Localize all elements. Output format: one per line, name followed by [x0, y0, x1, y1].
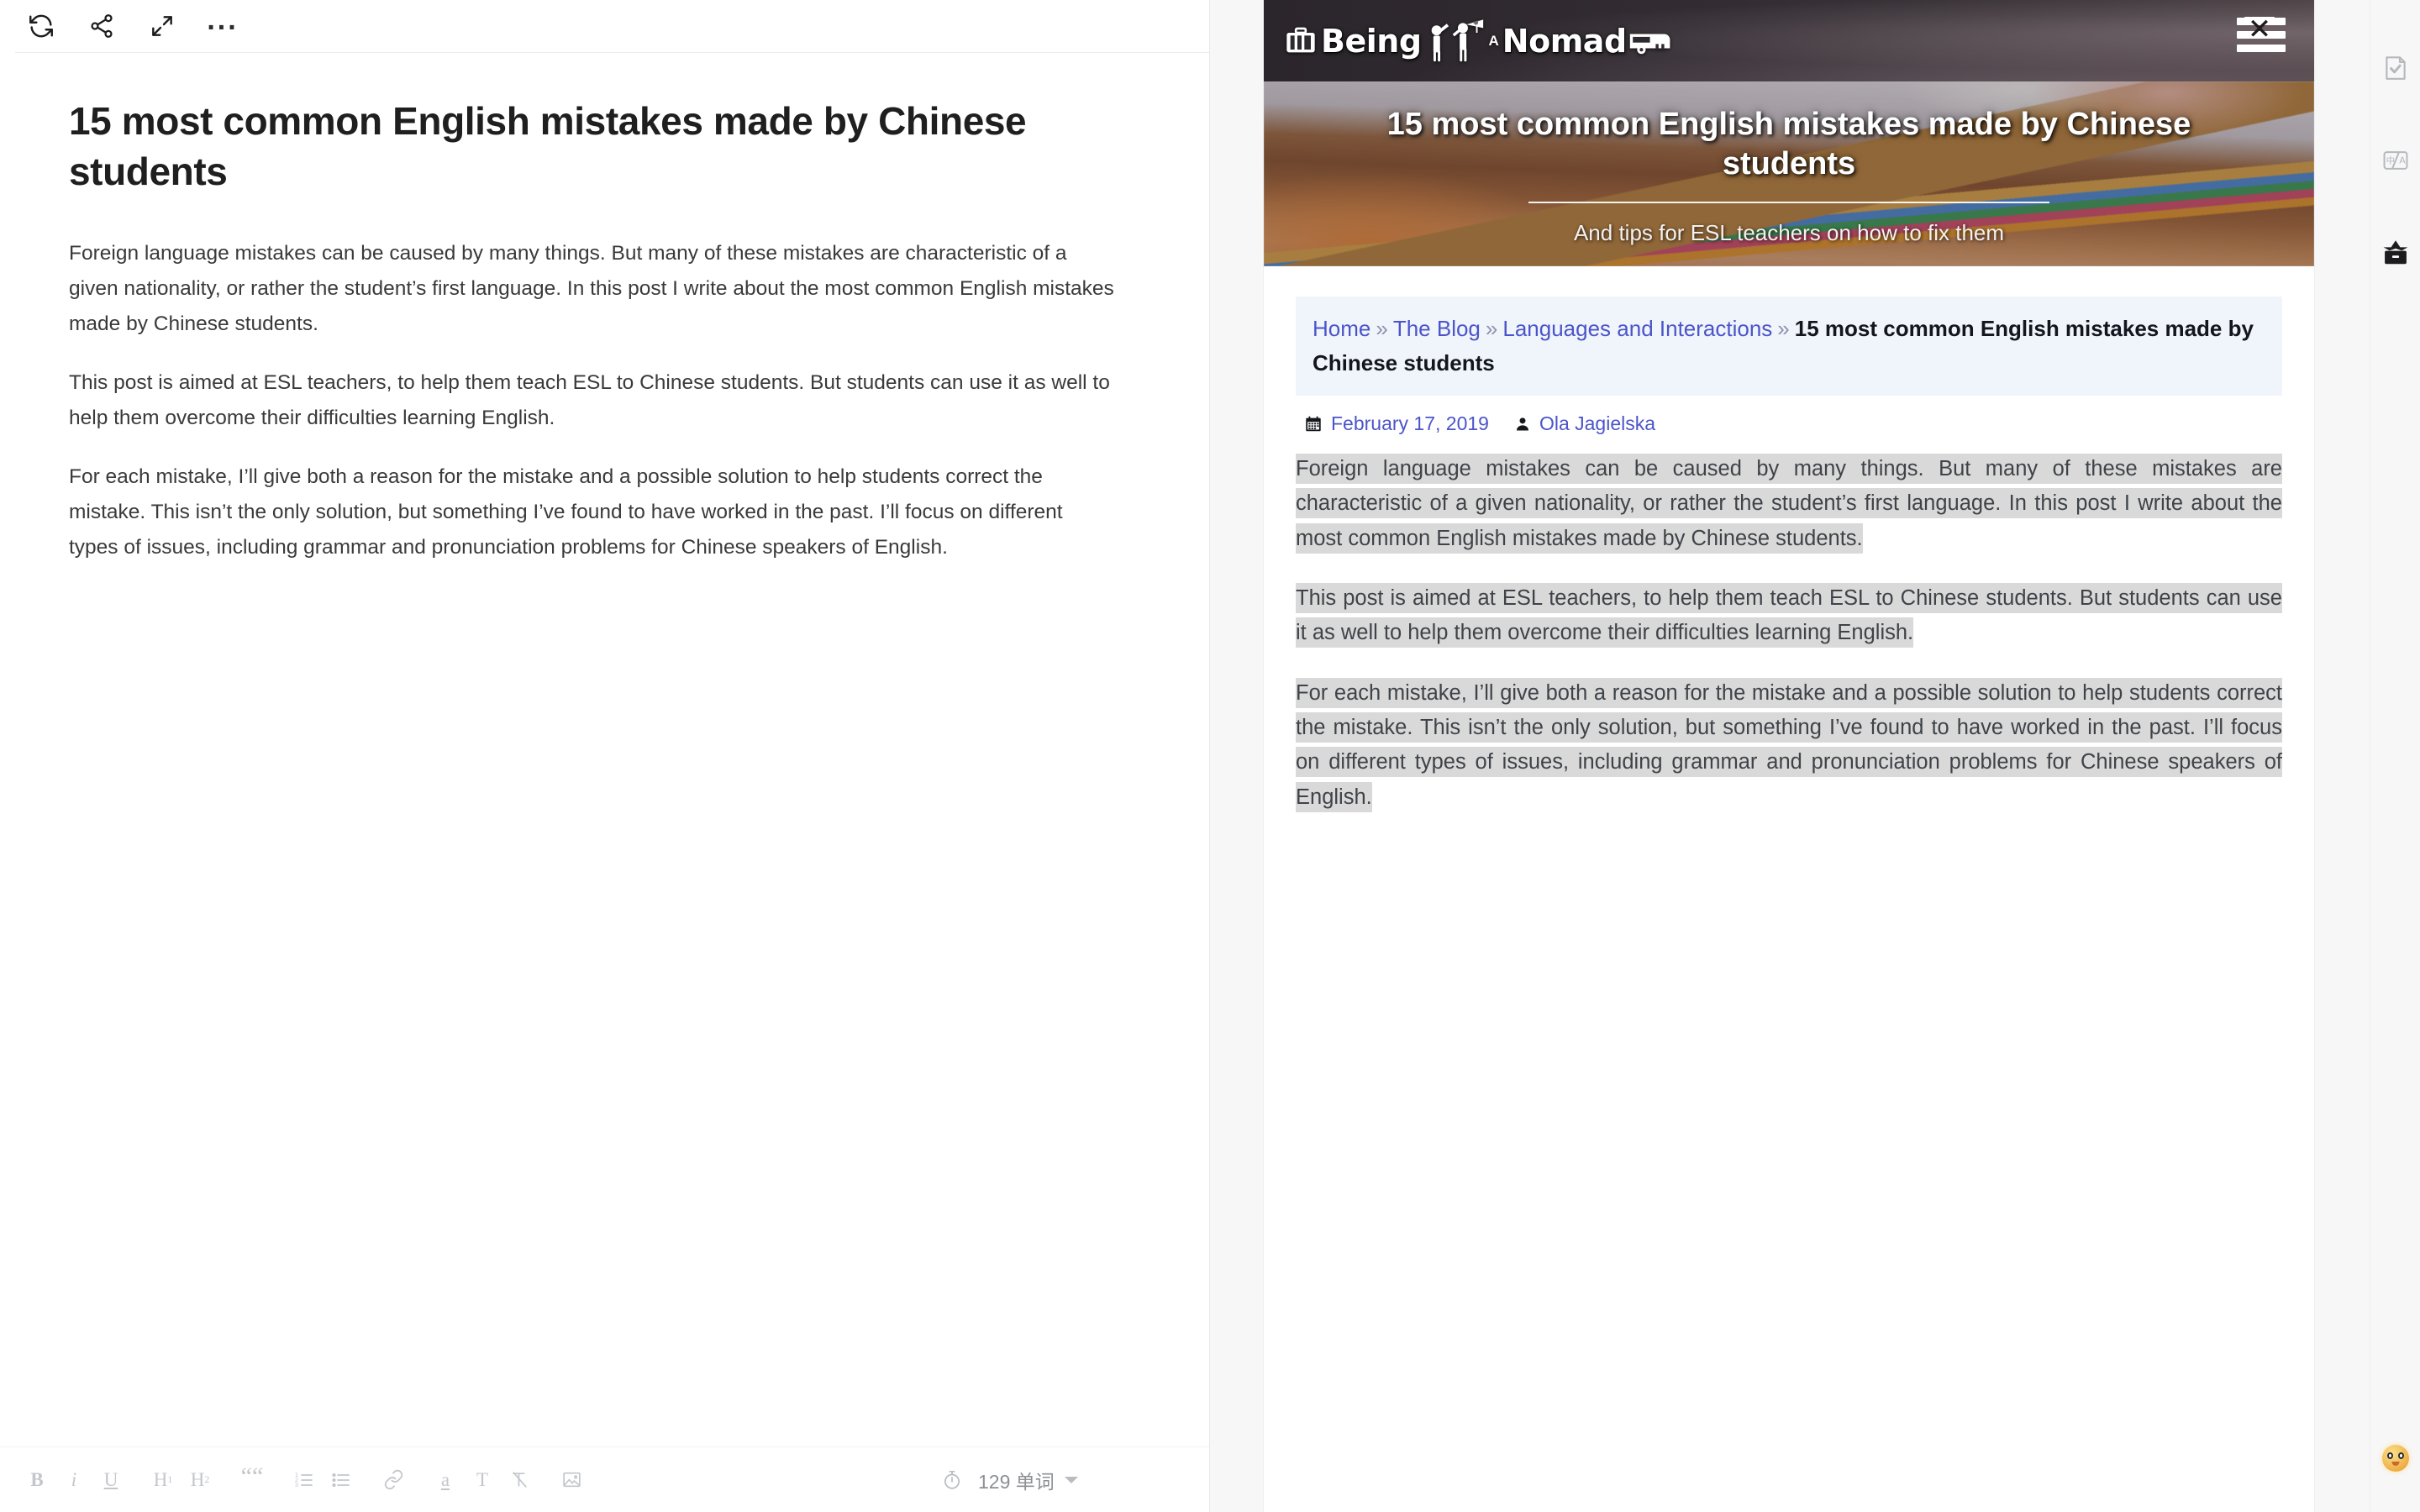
insert-image-icon[interactable] — [555, 1462, 588, 1498]
heading2-label: H — [190, 1468, 205, 1490]
check-document-icon[interactable] — [2376, 49, 2415, 87]
italic-button[interactable]: i — [57, 1462, 91, 1498]
timer-icon — [941, 1469, 963, 1491]
site-body: Home» The Blog» Languages and Interactions… — [1264, 266, 2314, 816]
site-preview-frame: Being A Nomad ✕ 15 most common English m… — [1264, 0, 2314, 1512]
site-logo[interactable]: Being A Nomad — [1282, 18, 1677, 65]
right-rail: 中 A — [2370, 0, 2420, 1512]
hero-title: 15 most common English mistakes made by … — [1386, 107, 2191, 181]
word-count-control[interactable]: 129 单词 — [941, 1466, 1078, 1494]
chevron-down-icon[interactable] — [1064, 1476, 1078, 1483]
calendar-icon — [1304, 415, 1323, 433]
svg-text:中: 中 — [2386, 155, 2394, 166]
post-date[interactable]: February 17, 2019 — [1331, 412, 1489, 435]
heading1-sub: 1 — [167, 1473, 173, 1485]
svg-text:A: A — [2399, 155, 2406, 166]
document-title[interactable]: 15 most common English mistakes made by … — [69, 97, 1102, 197]
breadcrumb-separator: » — [1485, 316, 1498, 341]
hero-content: 15 most common English mistakes made by … — [1264, 81, 2314, 266]
document-paragraph[interactable]: For each mistake, I’ll give both a reaso… — [69, 459, 1115, 565]
share-icon[interactable] — [76, 3, 128, 50]
translate-icon[interactable]: 中 A — [2376, 141, 2415, 180]
smiley-mouth — [2391, 1462, 2399, 1466]
clear-format-icon[interactable] — [502, 1462, 536, 1498]
blockquote-button[interactable]: ““ — [235, 1459, 269, 1494]
unordered-list-icon[interactable] — [324, 1462, 358, 1498]
heading1-label: H — [153, 1468, 168, 1490]
suitcase-icon — [1282, 24, 1319, 58]
heading1-button[interactable]: H1 — [146, 1462, 180, 1498]
ordered-list-icon[interactable]: 1 2 3 — [287, 1462, 321, 1498]
article-paragraph: This post is aimed at ESL teachers, to h… — [1296, 580, 2282, 653]
more-dots: ... — [207, 4, 239, 36]
fullscreen-icon[interactable] — [136, 3, 188, 50]
logo-text-a: A — [1488, 32, 1499, 49]
logo-text-being: Being — [1321, 22, 1422, 60]
camper-van-icon — [1628, 27, 1677, 55]
breadcrumb-link-blog[interactable]: The Blog — [1393, 316, 1481, 341]
refresh-icon[interactable] — [15, 3, 67, 50]
smiley-face — [2381, 1445, 2409, 1472]
site-header: Being A Nomad ✕ — [1264, 0, 2314, 81]
editor-format-bar: B i U H1 H2 ““ 1 2 3 a T 129 单词 — [0, 1446, 1209, 1512]
editor-toolbar: ... — [0, 0, 1209, 52]
breadcrumb-link-languages[interactable]: Languages and Interactions — [1502, 316, 1772, 341]
more-options-icon[interactable]: ... — [197, 3, 249, 50]
user-icon — [1514, 416, 1531, 433]
post-meta: February 17, 2019 Ola Jagielska — [1304, 412, 2282, 435]
hero-divider — [1528, 201, 2049, 203]
article-paragraph-text: This post is aimed at ESL teachers, to h… — [1296, 583, 2282, 648]
archive-box-icon[interactable] — [2376, 234, 2415, 272]
breadcrumb-separator: » — [1777, 316, 1790, 341]
breadcrumb-link-home[interactable]: Home — [1313, 316, 1370, 341]
bold-button[interactable]: B — [20, 1462, 54, 1498]
article-paragraph: Foreign language mistakes can be caused … — [1296, 450, 2282, 558]
hero-subtitle: And tips for ESL teachers on how to fix … — [1573, 219, 2005, 245]
post-author[interactable]: Ola Jagielska — [1539, 412, 1655, 435]
menu-toggle-button[interactable]: ✕ — [2237, 15, 2286, 54]
heading2-sub: 2 — [204, 1473, 210, 1485]
article-paragraph: For each mistake, I’ll give both a reaso… — [1296, 675, 2282, 816]
preview-pane: Being A Nomad ✕ 15 most common English m… — [1210, 0, 2370, 1512]
format-buttons: B i U H1 H2 ““ 1 2 3 a T — [20, 1462, 588, 1498]
feedback-emoji-icon[interactable] — [2381, 1445, 2409, 1472]
document-paragraph[interactable]: Foreign language mistakes can be caused … — [69, 236, 1115, 342]
editor-pane: ... 15 most common English mistakes made… — [0, 0, 1210, 1512]
breadcrumb-separator: » — [1376, 316, 1388, 341]
editor-content-area[interactable]: 15 most common English mistakes made by … — [0, 53, 1209, 1446]
close-icon: ✕ — [2244, 15, 2275, 44]
word-count-label: 129 单词 — [978, 1470, 1055, 1493]
underline-button[interactable]: U — [94, 1462, 128, 1498]
highlight-color-button[interactable]: a — [429, 1462, 462, 1498]
link-icon[interactable] — [376, 1462, 410, 1498]
document-paragraph[interactable]: This post is aimed at ESL teachers, to h… — [69, 365, 1115, 436]
traveler-figures-icon — [1423, 18, 1486, 65]
logo-text-nomad: Nomad — [1502, 22, 1627, 60]
article-paragraph-text: Foreign language mistakes can be caused … — [1296, 454, 2282, 554]
article-paragraph-text: For each mistake, I’ll give both a reaso… — [1296, 677, 2282, 812]
app-root: ... 15 most common English mistakes made… — [0, 0, 2420, 1512]
svg-text:3: 3 — [295, 1483, 298, 1488]
heading2-button[interactable]: H2 — [183, 1462, 217, 1498]
hero-banner: 15 most common English mistakes made by … — [1264, 81, 2314, 266]
text-style-button[interactable]: T — [466, 1462, 499, 1498]
breadcrumb: Home» The Blog» Languages and Interactions… — [1296, 297, 2282, 396]
